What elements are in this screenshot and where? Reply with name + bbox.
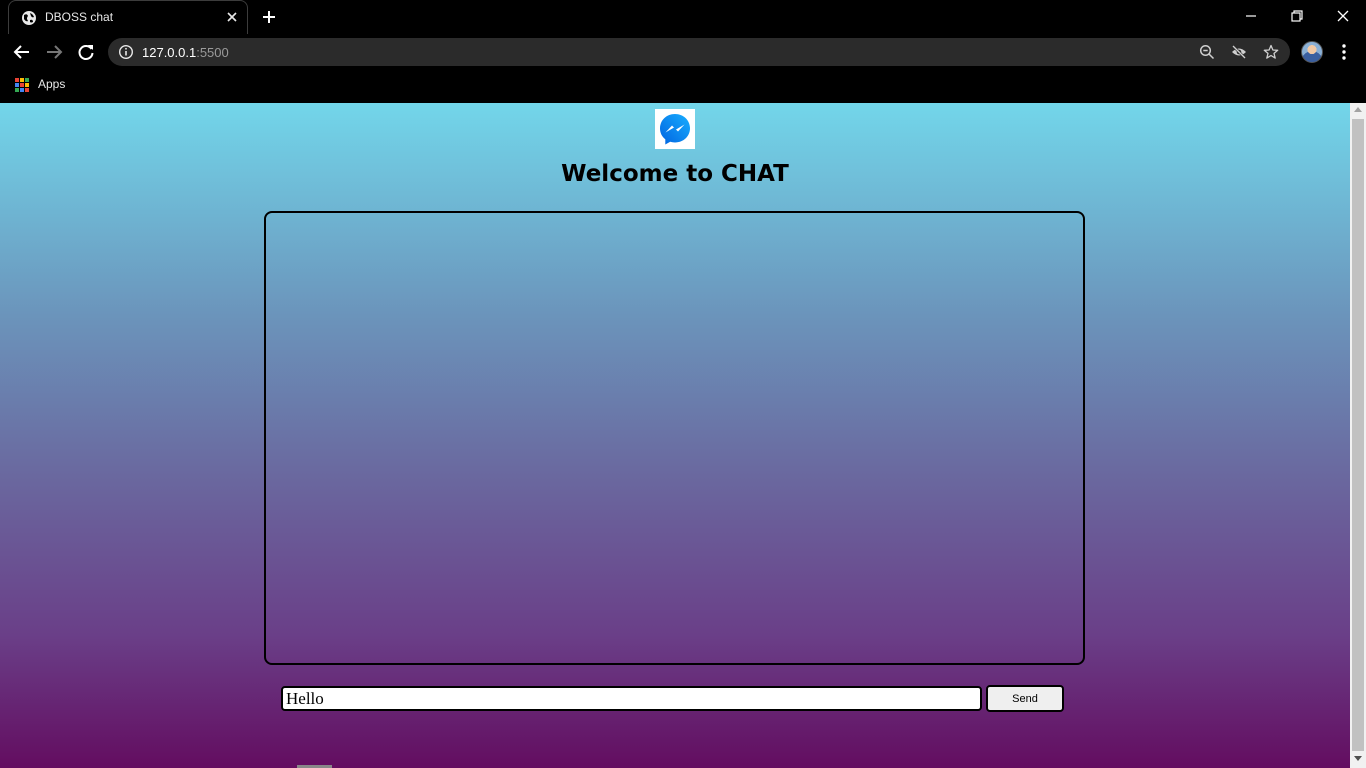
url-port: :5500 bbox=[196, 45, 229, 60]
tab-title: DBOSS chat bbox=[45, 10, 114, 24]
chat-messages-area[interactable] bbox=[264, 211, 1085, 665]
bookmarks-bar: Apps bbox=[0, 70, 1366, 103]
scroll-down-arrow-icon[interactable] bbox=[1354, 756, 1362, 761]
messenger-icon bbox=[660, 114, 690, 145]
back-arrow-icon[interactable] bbox=[13, 43, 31, 61]
page-title: Welcome to CHAT bbox=[561, 161, 789, 187]
plus-icon[interactable] bbox=[260, 8, 278, 26]
close-icon[interactable] bbox=[224, 9, 240, 25]
info-icon[interactable] bbox=[118, 44, 134, 60]
globe-icon bbox=[22, 11, 36, 25]
scroll-up-arrow-icon[interactable] bbox=[1354, 107, 1362, 112]
send-button[interactable]: Send bbox=[986, 685, 1064, 712]
scrollbar-thumb[interactable] bbox=[1352, 119, 1364, 751]
kebab-menu-icon[interactable] bbox=[1336, 43, 1352, 61]
reload-icon[interactable] bbox=[77, 43, 95, 61]
restore-icon[interactable] bbox=[1288, 7, 1306, 25]
minimize-icon[interactable] bbox=[1242, 7, 1260, 25]
avatar[interactable] bbox=[1301, 41, 1323, 63]
scrollbar[interactable] bbox=[1350, 103, 1366, 768]
url-text[interactable]: 127.0.0.1:5500 bbox=[142, 45, 229, 60]
page-viewport: Welcome to CHAT Send bbox=[0, 103, 1350, 768]
tracking-eye-off-icon[interactable] bbox=[1231, 44, 1247, 60]
close-window-icon[interactable] bbox=[1334, 7, 1352, 25]
address-bar[interactable]: 127.0.0.1:5500 bbox=[108, 38, 1290, 66]
browser-toolbar: 127.0.0.1:5500 bbox=[0, 34, 1366, 70]
title-bar: DBOSS chat bbox=[0, 0, 1366, 34]
zoom-out-icon[interactable] bbox=[1199, 44, 1215, 60]
browser-tab[interactable]: DBOSS chat bbox=[8, 0, 248, 34]
apps-bookmark[interactable]: Apps bbox=[38, 77, 65, 91]
message-input[interactable] bbox=[281, 686, 982, 711]
apps-grid-icon[interactable] bbox=[15, 78, 29, 92]
star-icon[interactable] bbox=[1263, 44, 1279, 60]
url-host: 127.0.0.1 bbox=[142, 45, 197, 60]
messenger-logo bbox=[655, 109, 695, 149]
forward-arrow-icon[interactable] bbox=[45, 43, 63, 61]
